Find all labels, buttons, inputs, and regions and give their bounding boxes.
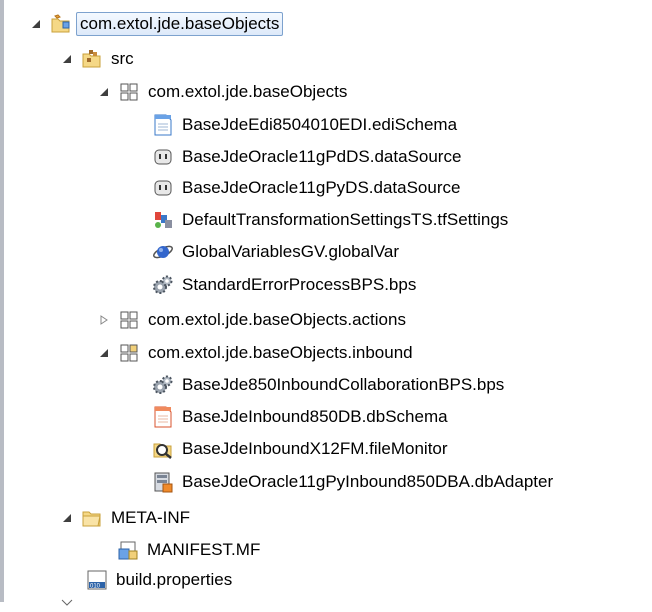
edi-schema-file-icon [152, 114, 174, 136]
tree-item-file[interactable]: StandardErrorProcessBPS.bps [152, 270, 416, 300]
tree-item-label: DefaultTransformationSettingsTS.tfSettin… [182, 210, 509, 229]
tree-item-label: BaseJdeOracle11gPyInbound850DBA.dbAdapte… [182, 472, 554, 491]
tree-item-label: com.extol.jde.baseObjects.inbound [148, 343, 413, 362]
tree-item-label: StandardErrorProcessBPS.bps [182, 275, 417, 294]
db-adapter-icon [152, 471, 174, 493]
tree-item-file[interactable]: BaseJdeEdi8504010EDI.ediSchema [152, 110, 457, 140]
tree-item-file[interactable]: BaseJdeOracle11gPdDS.dataSource [152, 142, 461, 172]
expanded-arrow-icon[interactable] [96, 345, 112, 361]
tree-item-project[interactable]: com.extol.jde.baseObjects [28, 9, 284, 39]
manifest-file-icon [117, 539, 139, 561]
tree-item-label: BaseJde850InboundCollaborationBPS.bps [182, 375, 505, 394]
tree-item-label: com.extol.jde.baseObjects [76, 12, 284, 36]
tree-item-file[interactable]: BaseJdeInboundX12FM.fileMonitor [152, 434, 448, 464]
package-icon [118, 342, 140, 364]
globe-icon [152, 241, 174, 263]
tree-item-label: build.properties [116, 570, 233, 589]
tree-item-meta-inf[interactable]: META-INF [59, 503, 190, 533]
expanded-arrow-icon[interactable] [59, 510, 75, 526]
tree-item-label: BaseJdeOracle11gPyDS.dataSource [182, 178, 461, 197]
plug-icon [152, 177, 174, 199]
db-schema-file-icon [152, 406, 174, 428]
tree-item-label: BaseJdeEdi8504010EDI.ediSchema [182, 115, 458, 134]
transformation-settings-icon [152, 209, 174, 231]
tree-item-file[interactable]: 010 build.properties [86, 565, 232, 595]
plug-icon [152, 146, 174, 168]
collapsed-arrow-icon[interactable] [96, 312, 112, 328]
tree-item-package-inbound[interactable]: com.extol.jde.baseObjects.inbound [96, 338, 413, 368]
expanded-arrow-icon[interactable] [96, 84, 112, 100]
project-explorer-tree: com.extol.jde.baseObjects src com.extol.… [0, 0, 652, 606]
source-folder-icon [81, 48, 103, 70]
expanded-arrow-icon[interactable] [28, 16, 44, 32]
tree-item-file[interactable]: GlobalVariablesGV.globalVar [152, 237, 399, 267]
tree-item-src[interactable]: src [59, 44, 134, 74]
tree-left-border [0, 0, 4, 602]
svg-text:010: 010 [90, 584, 101, 590]
tree-item-package-base[interactable]: com.extol.jde.baseObjects [96, 77, 347, 107]
tree-item-label: BaseJdeOracle11gPdDS.dataSource [182, 147, 462, 166]
gears-icon [152, 274, 174, 296]
tree-item-file[interactable]: BaseJdeInbound850DB.dbSchema [152, 402, 448, 432]
tree-item-label: META-INF [111, 508, 191, 527]
package-icon [118, 81, 140, 103]
tree-item-label: MANIFEST.MF [147, 540, 261, 559]
properties-file-icon: 010 [86, 569, 108, 591]
tree-item-file[interactable]: BaseJdeOracle11gPyInbound850DBA.dbAdapte… [152, 467, 553, 497]
tree-item-package-actions[interactable]: com.extol.jde.baseObjects.actions [96, 305, 406, 335]
tree-item-label: BaseJdeInbound850DB.dbSchema [182, 407, 448, 426]
tree-item-label: com.extol.jde.baseObjects.actions [148, 310, 406, 329]
folder-icon [81, 507, 103, 529]
file-monitor-icon [152, 438, 174, 460]
package-icon [118, 309, 140, 331]
tree-item-label: com.extol.jde.baseObjects [148, 82, 348, 101]
project-folder-icon [50, 13, 72, 35]
tree-item-file[interactable]: BaseJdeOracle11gPyDS.dataSource [152, 173, 460, 203]
tree-item-file[interactable]: BaseJde850InboundCollaborationBPS.bps [152, 370, 504, 400]
tree-item-label: GlobalVariablesGV.globalVar [182, 242, 400, 261]
tree-item-label: BaseJdeInboundX12FM.fileMonitor [182, 439, 448, 458]
tree-item-file[interactable]: MANIFEST.MF [117, 535, 260, 565]
tree-item-file[interactable]: DefaultTransformationSettingsTS.tfSettin… [152, 205, 508, 235]
tree-item-label: src [111, 49, 134, 68]
partially-visible-arrow-icon [61, 594, 73, 606]
expanded-arrow-icon[interactable] [59, 51, 75, 67]
gears-icon [152, 374, 174, 396]
